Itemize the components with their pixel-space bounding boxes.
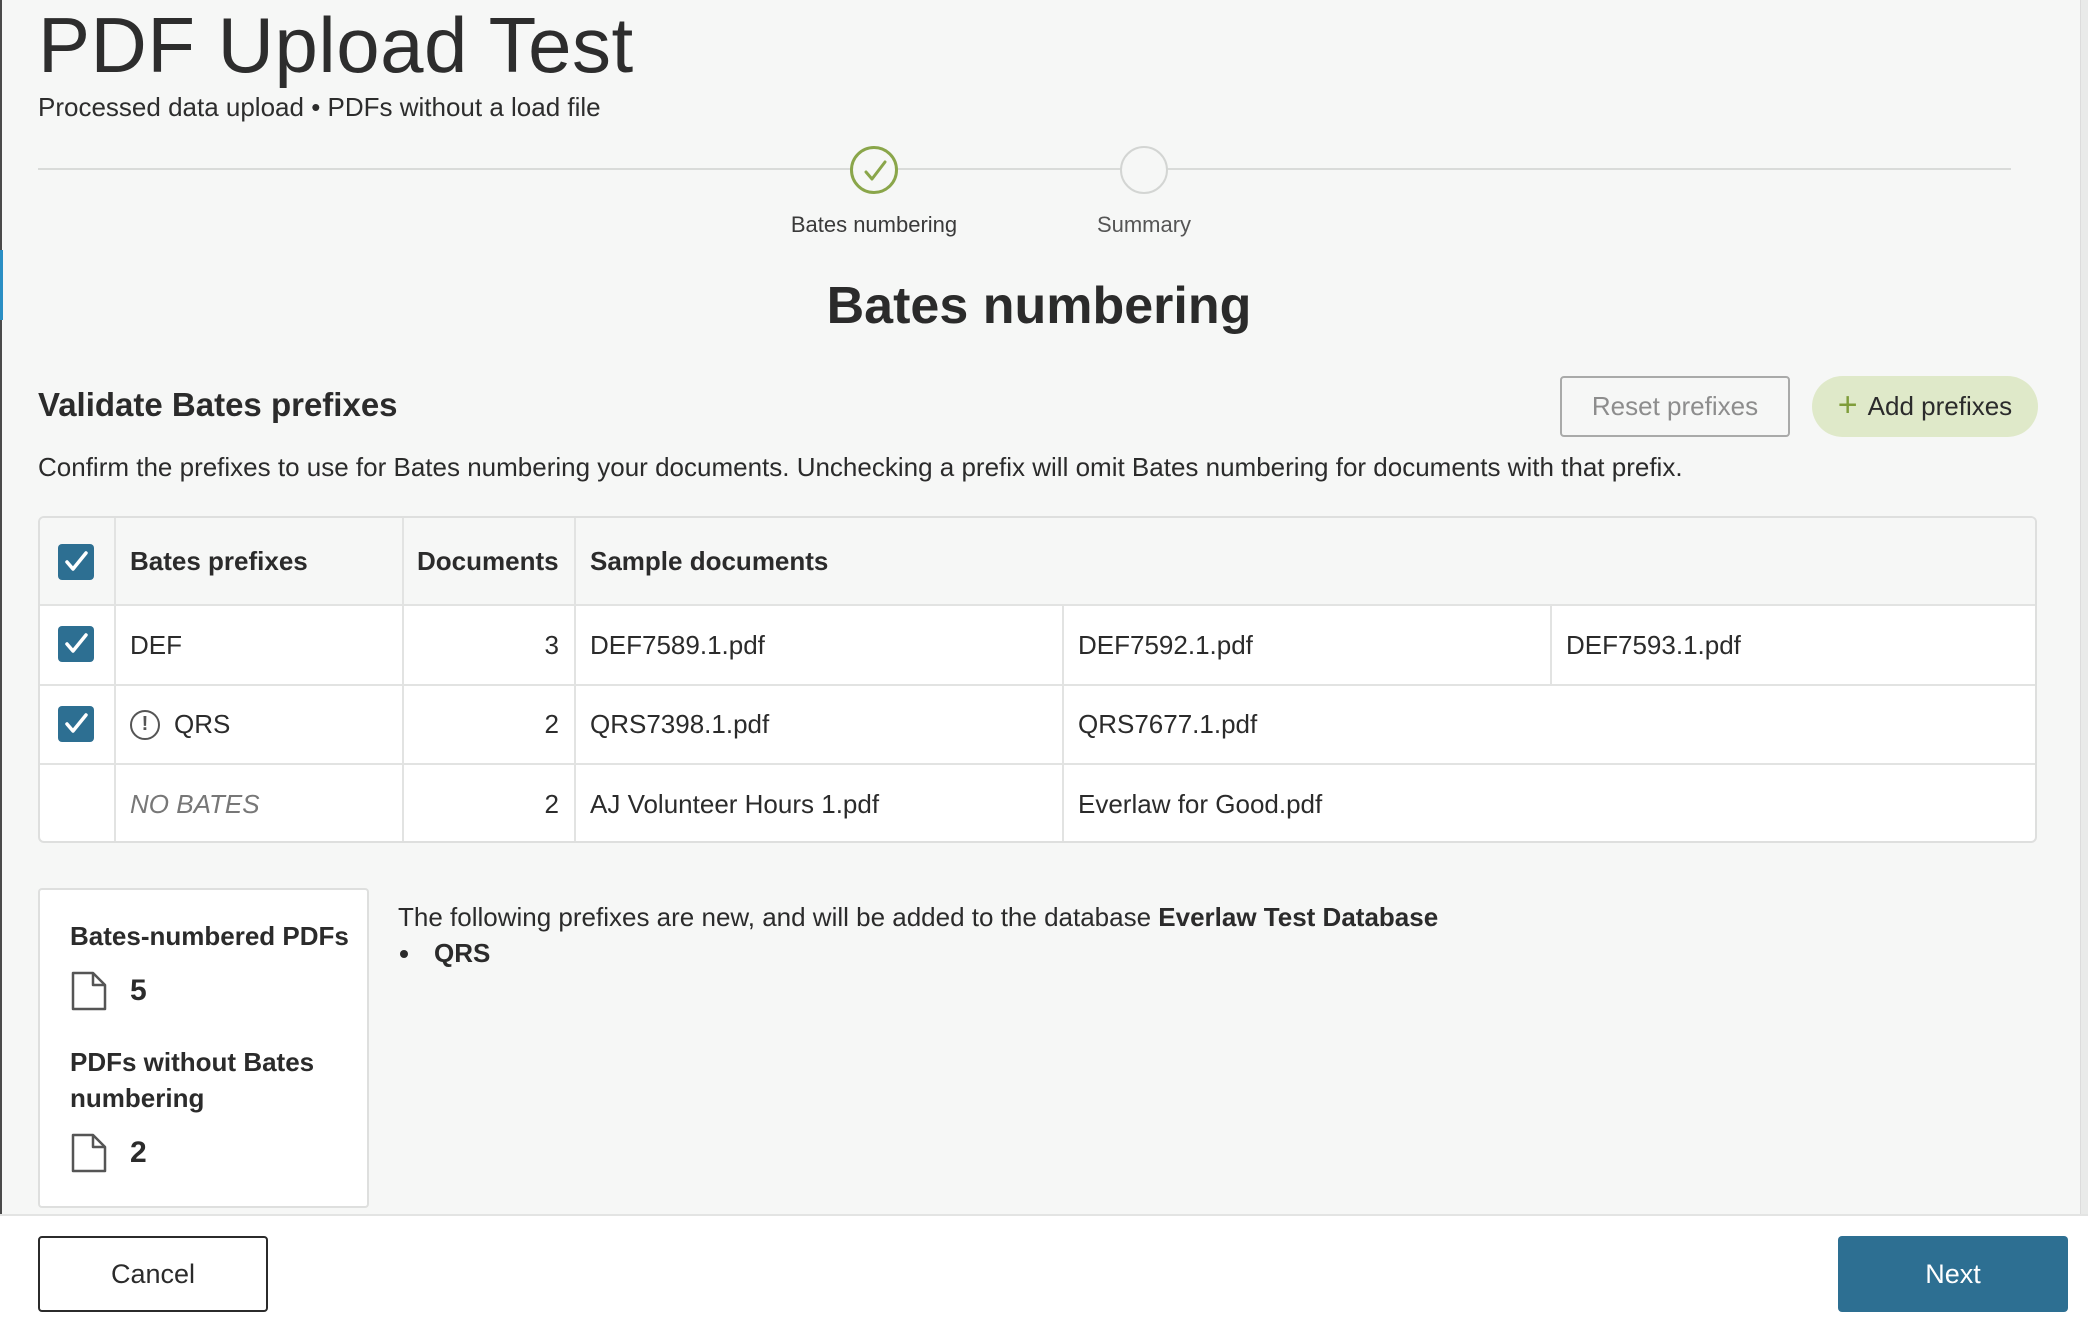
list-item: QRS <box>434 938 491 968</box>
check-icon <box>864 160 887 181</box>
count-value: 2 <box>130 1136 147 1169</box>
section-title: Bates numbering <box>826 277 1252 335</box>
description-text: Confirm the prefixes to use for Bates nu… <box>38 452 1683 482</box>
column-divider <box>1062 606 1064 841</box>
column-divider <box>574 518 576 841</box>
documents-cell: 2 <box>544 788 559 819</box>
without-bates-label: PDFs without Bates numbering <box>70 1047 315 1113</box>
document-icon <box>71 1133 107 1173</box>
bullet <box>400 949 408 958</box>
add-prefixes-button[interactable]: + Add prefixes <box>1812 376 2038 437</box>
select-all-checkbox[interactable] <box>58 544 94 580</box>
check-icon <box>65 551 88 571</box>
step-label-bates-numbering: Bates numbering <box>790 212 958 237</box>
table-header-row: Bates prefixes Documents Sample document… <box>40 518 2035 606</box>
prefix-cell: DEF <box>130 629 182 660</box>
check-icon <box>65 633 88 653</box>
database-name: Everlaw Test Database <box>1158 902 1439 932</box>
table-row: NO BATES 2 AJ Volunteer Hours 1.pdf Ever… <box>40 765 2035 841</box>
sample-document: AJ Volunteer Hours 1.pdf <box>590 788 880 819</box>
table-row: DEF 3 DEF7589.1.pdf DEF7592.1.pdf DEF759… <box>40 606 2035 686</box>
next-button[interactable]: Next <box>1838 1236 2068 1312</box>
documents-cell: 3 <box>544 629 559 660</box>
cancel-button[interactable]: Cancel <box>38 1236 268 1312</box>
page-subtitle: Processed data upload • PDFs without a l… <box>38 92 601 122</box>
row-checkbox-def[interactable] <box>58 626 94 662</box>
step-summary[interactable] <box>1120 146 1168 194</box>
documents-cell: 2 <box>544 709 559 739</box>
page-title: PDF Upload Test <box>38 1 634 89</box>
footer-bar: Cancel Next <box>0 1214 2088 1324</box>
sample-document: DEF7589.1.pdf <box>590 629 765 660</box>
summary-card: Bates-numbered PDFs 5 PDFs without Bates… <box>38 888 369 1208</box>
add-prefixes-label: Add prefixes <box>1867 391 2013 421</box>
column-header-prefixes[interactable]: Bates prefixes <box>130 518 308 604</box>
prefix-table: Bates prefixes Documents Sample document… <box>38 516 2037 843</box>
bates-numbered-count: 5 <box>70 970 147 1012</box>
scrollbar[interactable] <box>2080 0 2088 1216</box>
prefix-cell: ! QRS <box>130 686 230 763</box>
window-edge <box>0 0 2 1324</box>
document-icon <box>71 971 107 1011</box>
column-header-samples[interactable]: Sample documents <box>590 518 828 604</box>
new-prefix-list: QRS <box>398 938 490 969</box>
count-value: 5 <box>130 974 147 1007</box>
warning-icon[interactable]: ! <box>130 709 160 740</box>
sample-document: QRS7677.1.pdf <box>1078 709 1258 739</box>
sample-document: DEF7592.1.pdf <box>1078 629 1253 660</box>
sample-document: Everlaw for Good.pdf <box>1078 788 1323 819</box>
without-bates-count: 2 <box>70 1132 147 1174</box>
step-label-summary: Summary <box>1096 212 1192 237</box>
prefix-cell: NO BATES <box>130 788 260 819</box>
validate-heading: Validate Bates prefixes <box>38 386 398 423</box>
plus-icon: + <box>1837 386 1858 424</box>
step-bates-numbering[interactable] <box>850 146 898 194</box>
column-header-documents[interactable]: Documents <box>417 518 559 604</box>
prefix-label: QRS <box>174 709 231 739</box>
column-divider <box>402 518 404 841</box>
row-checkbox-qrs[interactable] <box>58 706 94 742</box>
reset-prefixes-button[interactable]: Reset prefixes <box>1560 376 1790 437</box>
sample-document: QRS7398.1.pdf <box>590 709 770 739</box>
bates-numbered-label: Bates-numbered PDFs <box>70 921 349 951</box>
new-prefixes-notice: The following prefixes are new, and will… <box>398 902 1438 933</box>
sample-document: DEF7593.1.pdf <box>1566 629 1741 660</box>
table-row: ! QRS 2 QRS7398.1.pdf QRS7677.1.pdf <box>40 686 2035 765</box>
column-divider <box>114 518 116 841</box>
check-icon <box>65 713 88 733</box>
new-prefixes-text: The following prefixes are new, and will… <box>398 902 1159 932</box>
stepper-line <box>38 168 2011 170</box>
column-divider <box>1550 606 1552 686</box>
